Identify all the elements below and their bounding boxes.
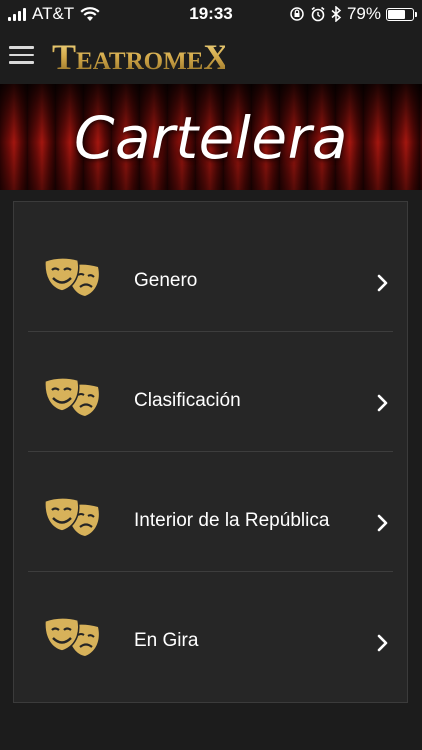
curtain-banner: Cartelera xyxy=(0,84,422,190)
battery-level xyxy=(388,9,406,19)
chevron-right-icon xyxy=(377,514,388,532)
theater-masks-icon xyxy=(44,617,99,656)
hamburger-menu-icon[interactable] xyxy=(9,46,34,66)
theater-masks-icon xyxy=(44,257,99,296)
battery-percent: 79% xyxy=(346,4,381,23)
bluetooth-icon xyxy=(331,6,342,22)
svg-text:TEATROMEX: TEATROMEX xyxy=(52,37,225,76)
status-bar: AT&T 19:33 79% xyxy=(0,0,422,28)
list-item-label: Interior de la República xyxy=(134,510,330,531)
battery-icon xyxy=(386,7,417,21)
chevron-right-icon xyxy=(377,634,388,652)
list-item-label: Clasificación xyxy=(134,390,241,411)
chevron-right-icon xyxy=(377,274,388,292)
alarm-icon xyxy=(311,6,325,22)
theater-masks-icon xyxy=(44,377,99,416)
category-list: Genero Clasificación Interior de la Repú… xyxy=(13,201,408,703)
list-item-clasificacion[interactable]: Clasificación xyxy=(28,332,393,452)
list-item-en-gira[interactable]: En Gira xyxy=(28,572,393,692)
page-title: Cartelera xyxy=(74,104,348,172)
list-item-genero[interactable]: Genero xyxy=(28,212,393,332)
theater-masks-icon xyxy=(44,497,99,536)
chevron-right-icon xyxy=(377,394,388,412)
teatromex-logo: TEATROMEX xyxy=(52,37,225,76)
status-right: 79% xyxy=(289,4,417,24)
app-header: TEATROMEX xyxy=(0,28,422,84)
list-item-label: Genero xyxy=(134,270,198,291)
list-item-label: En Gira xyxy=(134,630,199,651)
list-item-interior-republica[interactable]: Interior de la República xyxy=(28,452,393,572)
rotation-lock-icon xyxy=(290,7,304,21)
